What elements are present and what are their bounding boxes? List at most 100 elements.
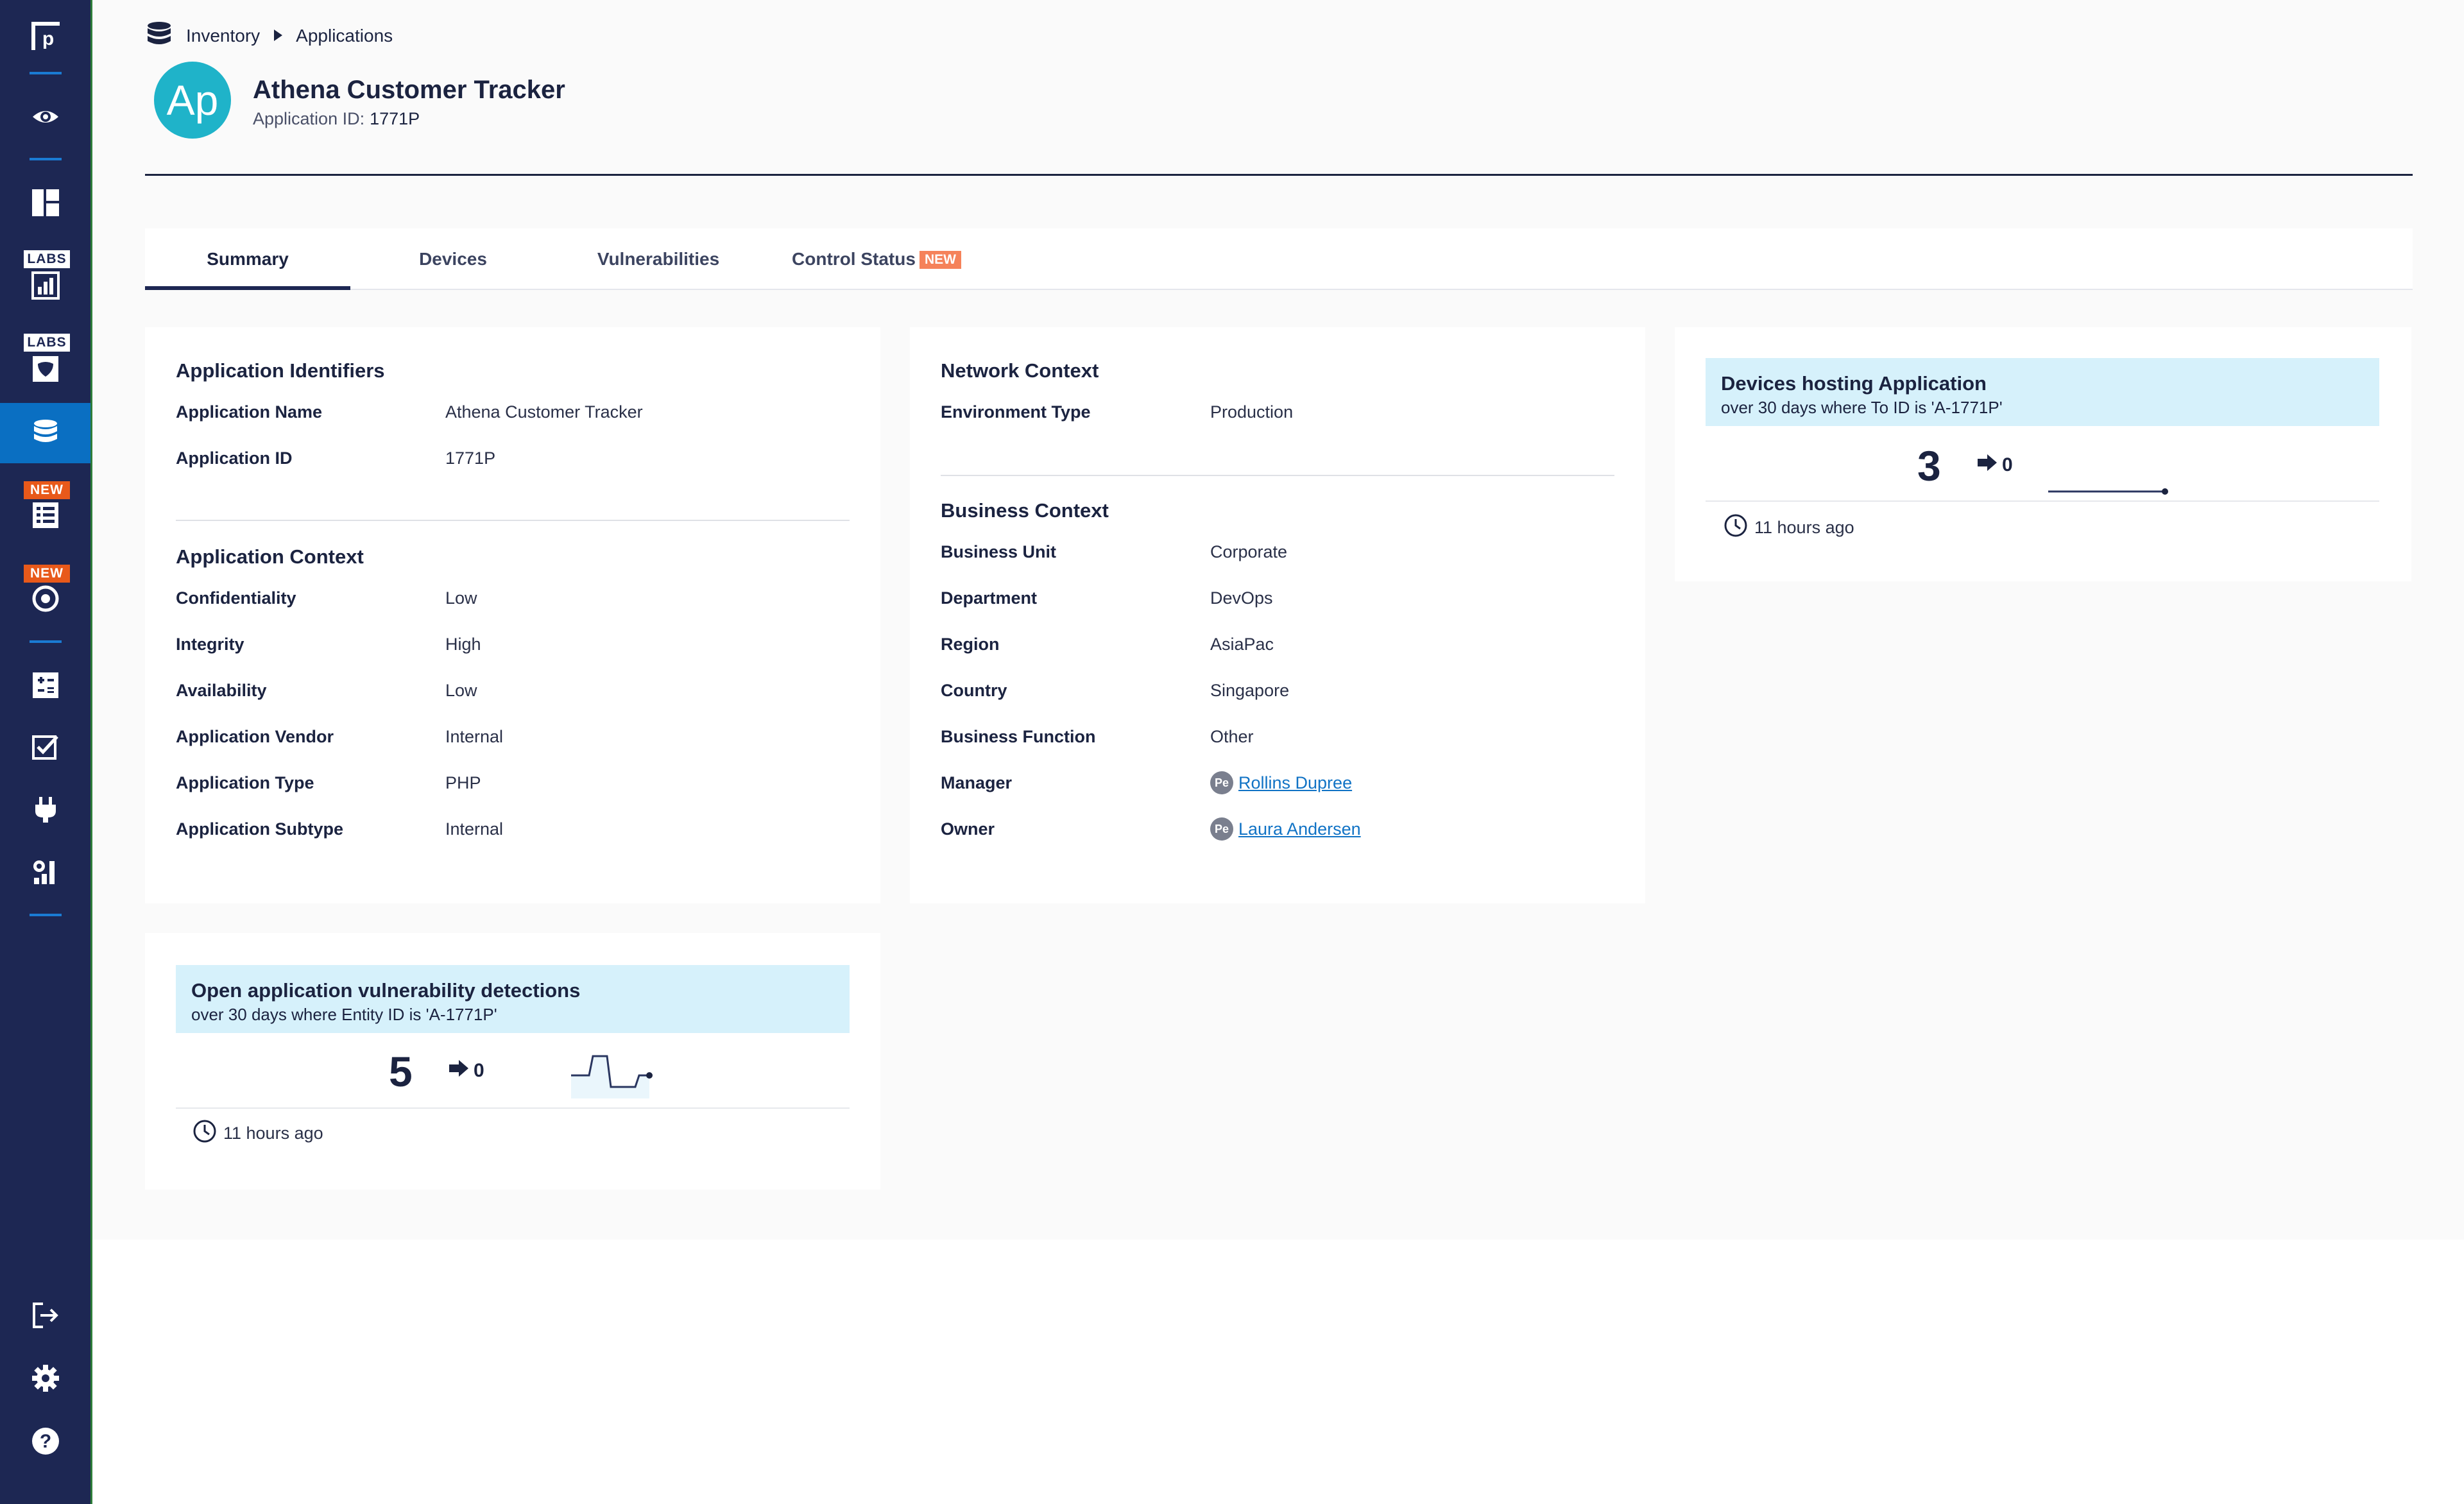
- detail-value: Low: [445, 588, 477, 608]
- widget-delta-value: 0: [2002, 454, 2013, 475]
- widget-delta-value: 0: [474, 1060, 484, 1081]
- svg-text:?: ?: [39, 1431, 51, 1452]
- calculator-icon[interactable]: [0, 665, 90, 706]
- target-icon[interactable]: [0, 583, 90, 615]
- breadcrumb-applications[interactable]: Applications: [296, 26, 393, 46]
- detail-value: PHP: [445, 773, 481, 792]
- page-title: Athena Customer Tracker: [253, 76, 565, 104]
- breadcrumb: Inventory Applications: [146, 21, 393, 51]
- arrow-right-icon: [448, 1059, 474, 1083]
- detail-key: Business Function: [941, 727, 1096, 746]
- detail-value: Other: [1210, 727, 1254, 746]
- svg-text:p: p: [42, 28, 53, 49]
- widget-header: Open application vulnerability detection…: [176, 965, 850, 1033]
- header-divider: [145, 174, 2413, 176]
- widget-title: Open application vulnerability detection…: [191, 979, 581, 1002]
- clock-icon: [193, 1119, 223, 1148]
- breadcrumb-inventory[interactable]: Inventory: [186, 26, 260, 46]
- plug-icon[interactable]: [0, 789, 90, 830]
- devices-widget[interactable]: Devices hosting Application over 30 days…: [1675, 327, 2411, 581]
- dashboard-icon[interactable]: [0, 182, 90, 223]
- detail-key: Application Name: [176, 402, 323, 422]
- widget-value: 5: [389, 1048, 413, 1095]
- reports-icon[interactable]: [0, 269, 90, 302]
- shield-icon[interactable]: [0, 353, 90, 385]
- labs-badge: LABS: [24, 250, 70, 268]
- owner-link[interactable]: Laura Andersen: [1238, 816, 1361, 842]
- detail-value: DevOps: [1210, 588, 1273, 608]
- tab-bar: Summary Devices Vulnerabilities Control …: [145, 228, 2413, 290]
- detail-key: Application ID: [176, 449, 293, 468]
- detail-key: Manager: [941, 773, 1013, 792]
- widget-delta: 0: [448, 1059, 484, 1083]
- detail-key: Business Unit: [941, 542, 1057, 561]
- tab-control-status-label: Control Status: [792, 249, 916, 269]
- sidebar-separator: [30, 72, 62, 74]
- app-id-value: 1771P: [370, 109, 420, 128]
- settings-chart-icon[interactable]: [0, 852, 90, 893]
- clock-icon: [1724, 513, 1754, 542]
- widget-delta: 0: [1976, 453, 2013, 477]
- detail-value: Low: [445, 681, 477, 700]
- detail-key: Owner: [941, 819, 995, 839]
- new-tag: NEW: [919, 251, 961, 269]
- widget-subtitle: over 30 days where To ID is 'A-1771P': [1721, 398, 2003, 417]
- detail-key: Confidentiality: [176, 588, 296, 608]
- detail-value: Internal: [445, 819, 504, 839]
- section-title: Network Context: [941, 359, 1099, 382]
- tab-vulnerabilities[interactable]: Vulnerabilities: [556, 228, 761, 290]
- sparkline: [2048, 488, 2168, 495]
- task-icon[interactable]: [0, 726, 90, 767]
- database-icon: [146, 21, 172, 51]
- labs-badge: LABS: [24, 334, 70, 352]
- checklist-icon[interactable]: [0, 499, 90, 531]
- manager-value: Pe Rollins Dupree: [1210, 770, 1352, 796]
- eye-icon[interactable]: [0, 96, 90, 137]
- widget-subtitle: over 30 days where Entity ID is 'A-1771P…: [191, 1005, 497, 1024]
- widget-divider: [176, 1107, 850, 1109]
- widget-updated: 11 hours ago: [193, 1119, 323, 1148]
- section-title: Application Identifiers: [176, 359, 385, 382]
- inventory-icon[interactable]: [0, 403, 90, 463]
- detail-key: Integrity: [176, 635, 244, 654]
- sidebar-separator: [30, 640, 62, 643]
- detail-value: Production: [1210, 402, 1294, 422]
- gear-icon[interactable]: [0, 1358, 90, 1399]
- detail-key: Application Vendor: [176, 727, 334, 746]
- app-id-label: Application ID:: [253, 109, 365, 128]
- detail-key: Department: [941, 588, 1038, 608]
- sidebar: p LABS LABS NEW NEW ?: [0, 0, 92, 1504]
- detail-value: Corporate: [1210, 542, 1288, 561]
- section-divider: [941, 475, 1614, 476]
- detail-key: Region: [941, 635, 1000, 654]
- logo-icon[interactable]: p: [0, 15, 90, 56]
- widget-divider: [1706, 500, 2379, 502]
- new-badge: NEW: [24, 481, 70, 499]
- detail-value: AsiaPac: [1210, 635, 1274, 654]
- help-icon[interactable]: ?: [0, 1421, 90, 1462]
- tab-control-status[interactable]: Control Status NEW: [761, 228, 992, 290]
- app-id-line: Application ID: 1771P: [253, 109, 420, 129]
- logout-icon[interactable]: [0, 1295, 90, 1336]
- section-title: Business Context: [941, 499, 1109, 522]
- detail-key: Country: [941, 681, 1007, 700]
- section-divider: [176, 520, 850, 521]
- new-badge: NEW: [24, 565, 70, 583]
- widget-updated: 11 hours ago: [1724, 513, 1854, 542]
- breadcrumb-arrow-icon: [273, 26, 283, 46]
- manager-link[interactable]: Rollins Dupree: [1238, 770, 1352, 796]
- owner-value: Pe Laura Andersen: [1210, 816, 1361, 842]
- widget-header: Devices hosting Application over 30 days…: [1706, 358, 2379, 426]
- detail-key: Application Type: [176, 773, 314, 792]
- vulnerability-widget[interactable]: Open application vulnerability detection…: [145, 933, 880, 1190]
- person-avatar: Pe: [1210, 771, 1233, 794]
- context-card: Network Context Environment Type Producti…: [910, 327, 1645, 903]
- detail-key: Environment Type: [941, 402, 1091, 422]
- tab-summary[interactable]: Summary: [145, 228, 350, 290]
- widget-value: 3: [1917, 442, 1941, 490]
- sidebar-separator: [30, 914, 62, 916]
- detail-key: Application Subtype: [176, 819, 344, 839]
- tab-devices[interactable]: Devices: [350, 228, 556, 290]
- sidebar-separator: [30, 158, 62, 160]
- widget-title: Devices hosting Application: [1721, 372, 1987, 395]
